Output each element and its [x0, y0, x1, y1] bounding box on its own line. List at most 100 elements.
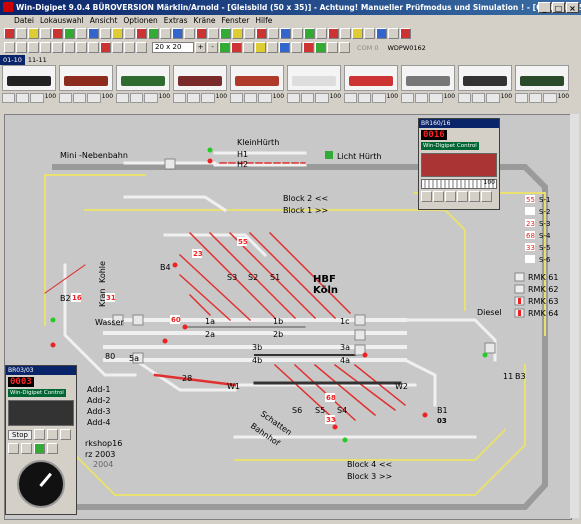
toolbar-button[interactable]	[160, 28, 171, 39]
function-button[interactable]	[33, 429, 45, 440]
loco-slot[interactable]: 100	[2, 65, 56, 105]
menu-kraene[interactable]: Kräne	[194, 15, 216, 27]
loco-speed-control[interactable]: 100	[59, 93, 113, 103]
toolbar-button[interactable]	[64, 42, 75, 53]
toolbar-button[interactable]	[327, 42, 338, 53]
toolbar-button[interactable]	[352, 28, 363, 39]
loco-slot[interactable]: 100	[116, 65, 170, 105]
zoom-in-icon[interactable]: +	[195, 42, 206, 53]
minimize-button[interactable]: _	[538, 2, 551, 13]
loco-speed-control[interactable]: 100	[230, 93, 284, 103]
toolbar-button[interactable]	[303, 42, 314, 53]
function-button[interactable]	[469, 191, 480, 202]
maximize-button[interactable]: □	[552, 2, 565, 13]
function-button[interactable]	[8, 443, 19, 454]
loco-speed-control[interactable]: 100	[2, 93, 56, 103]
speed-dial[interactable]	[17, 460, 65, 508]
toolbar-button[interactable]	[220, 28, 231, 39]
toolbar-button[interactable]	[88, 42, 99, 53]
toolbar-button[interactable]	[136, 42, 147, 53]
loco-slot[interactable]: 100	[515, 65, 569, 105]
loco-slot[interactable]: 100	[401, 65, 455, 105]
menu-extras[interactable]: Extras	[164, 15, 188, 27]
toolbar-button[interactable]	[280, 28, 291, 39]
zoom-select[interactable]: 20 x 20	[152, 42, 194, 53]
toolbar-button[interactable]	[28, 28, 39, 39]
toolbar-button[interactable]	[243, 42, 254, 53]
tab-01-10[interactable]: 01-10	[0, 55, 25, 65]
loco-slot[interactable]: 100	[59, 65, 113, 105]
toolbar-button[interactable]	[124, 28, 135, 39]
function-button[interactable]	[34, 443, 45, 454]
toolbar-button[interactable]	[232, 28, 243, 39]
loco-controller-br03[interactable]: BR03/03 0003 Win-Digipet Control Stop	[5, 365, 77, 515]
toolbar-button[interactable]	[255, 42, 266, 53]
toolbar-button[interactable]	[328, 28, 339, 39]
toolbar-button[interactable]	[40, 28, 51, 39]
toolbar-button[interactable]	[219, 42, 230, 53]
function-button[interactable]	[457, 191, 468, 202]
toolbar-button[interactable]	[136, 28, 147, 39]
toolbar-button[interactable]	[4, 28, 15, 39]
loco-slot[interactable]: 100	[458, 65, 512, 105]
toolbar-button[interactable]	[4, 42, 15, 53]
toolbar-button[interactable]	[88, 28, 99, 39]
toolbar-button[interactable]	[172, 28, 183, 39]
toolbar-button[interactable]	[231, 42, 242, 53]
toolbar-button[interactable]	[339, 42, 350, 53]
menu-optionen[interactable]: Optionen	[123, 15, 157, 27]
stop-button[interactable]: Stop	[8, 429, 32, 440]
toolbar-button[interactable]	[76, 42, 87, 53]
toolbar-button[interactable]	[112, 28, 123, 39]
toolbar-button[interactable]	[52, 42, 63, 53]
menu-datei[interactable]: Datei	[14, 15, 34, 27]
toolbar-button[interactable]	[40, 42, 51, 53]
toolbar-button[interactable]	[315, 42, 326, 53]
toolbar-button[interactable]	[28, 42, 39, 53]
loco-speed-control[interactable]: 100	[515, 93, 569, 103]
toolbar-button[interactable]	[400, 28, 411, 39]
toolbar-button[interactable]	[267, 42, 278, 53]
tab-11-11[interactable]: 11-11	[25, 55, 50, 65]
function-button[interactable]	[47, 443, 58, 454]
function-button[interactable]	[481, 191, 492, 202]
loco-speed-control[interactable]: 100	[173, 93, 227, 103]
vertical-scrollbar[interactable]	[570, 114, 579, 518]
toolbar-button[interactable]	[304, 28, 315, 39]
loco-controller-br160[interactable]: BR160/16 0016 Win-Digipet Control 100	[418, 118, 500, 210]
loco-speed-control[interactable]: 100	[287, 93, 341, 103]
loco-speed-control[interactable]: 100	[458, 93, 512, 103]
toolbar-button[interactable]	[16, 28, 27, 39]
loco-slot[interactable]: 100	[344, 65, 398, 105]
toolbar-button[interactable]	[291, 42, 302, 53]
toolbar-button[interactable]	[256, 28, 267, 39]
toolbar-button[interactable]	[124, 42, 135, 53]
loco-speed-control[interactable]: 100	[344, 93, 398, 103]
function-button[interactable]	[59, 429, 71, 440]
toolbar-button[interactable]	[100, 28, 111, 39]
menu-ansicht[interactable]: Ansicht	[90, 15, 118, 27]
toolbar-button[interactable]	[279, 42, 290, 53]
function-button[interactable]	[433, 191, 444, 202]
toolbar-button[interactable]	[148, 28, 159, 39]
toolbar-button[interactable]	[364, 28, 375, 39]
toolbar-button[interactable]	[316, 28, 327, 39]
toolbar-button[interactable]	[292, 28, 303, 39]
toolbar-button[interactable]	[196, 28, 207, 39]
toolbar-button[interactable]	[184, 28, 195, 39]
loco-slot[interactable]: 100	[173, 65, 227, 105]
toolbar-button[interactable]	[52, 28, 63, 39]
function-button[interactable]	[46, 429, 58, 440]
toolbar-button[interactable]	[388, 28, 399, 39]
loco-speed-control[interactable]: 100	[401, 93, 455, 103]
toolbar-button[interactable]	[376, 28, 387, 39]
toolbar-button[interactable]	[208, 28, 219, 39]
menu-hilfe[interactable]: Hilfe	[255, 15, 272, 27]
close-button[interactable]: ×	[566, 2, 579, 13]
toolbar-button[interactable]	[112, 42, 123, 53]
menu-fenster[interactable]: Fenster	[221, 15, 249, 27]
toolbar-button[interactable]	[100, 42, 111, 53]
label-licht-huerth[interactable]: Licht Hürth	[337, 152, 381, 161]
function-button[interactable]	[21, 443, 32, 454]
toolbar-button[interactable]	[64, 28, 75, 39]
